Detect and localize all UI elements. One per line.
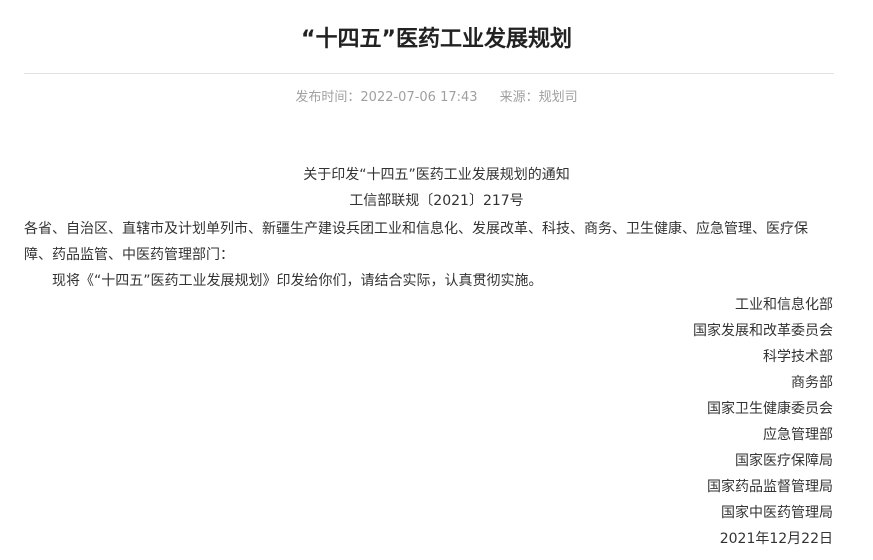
publish-time: 发布时间：2022-07-06 17:43 [295, 90, 478, 105]
signatory: 国家中医药管理局 [721, 505, 833, 521]
notice-heading: 关于印发“十四五”医药工业发展规划的通知 [303, 167, 570, 183]
addressees: 各省、自治区、直辖市及计划单列市、新疆生产建设兵团工业和信息化、发展改革、科技、… [24, 221, 808, 263]
signatory: 国家医疗保障局 [735, 453, 833, 469]
issue-date: 2021年12月22日 [719, 531, 833, 547]
article-title: “十四五”医药工业发展规划 [301, 27, 572, 52]
signatory: 科学技术部 [763, 349, 833, 365]
signatory: 国家药品监督管理局 [707, 479, 833, 495]
signatory: 国家卫生健康委员会 [707, 401, 833, 417]
signatory: 商务部 [791, 375, 833, 391]
article-meta: 发布时间：2022-07-06 17:43 来源：规划司 [0, 89, 873, 107]
signatory: 工业和信息化部 [735, 297, 833, 313]
notice-body: 各省、自治区、直辖市及计划单列市、新疆生产建设兵团工业和信息化、发展改革、科技、… [24, 216, 824, 294]
title-divider [24, 73, 834, 74]
notice-paragraph: 现将《“十四五”医药工业发展规划》印发给你们，请结合实际，认真贯彻实施。 [52, 273, 543, 289]
document-number: 工信部联规〔2021〕217号 [349, 193, 524, 209]
signatory: 国家发展和改革委员会 [693, 323, 833, 339]
article-source: 来源：规划司 [499, 90, 578, 105]
signatory: 应急管理部 [763, 427, 833, 443]
